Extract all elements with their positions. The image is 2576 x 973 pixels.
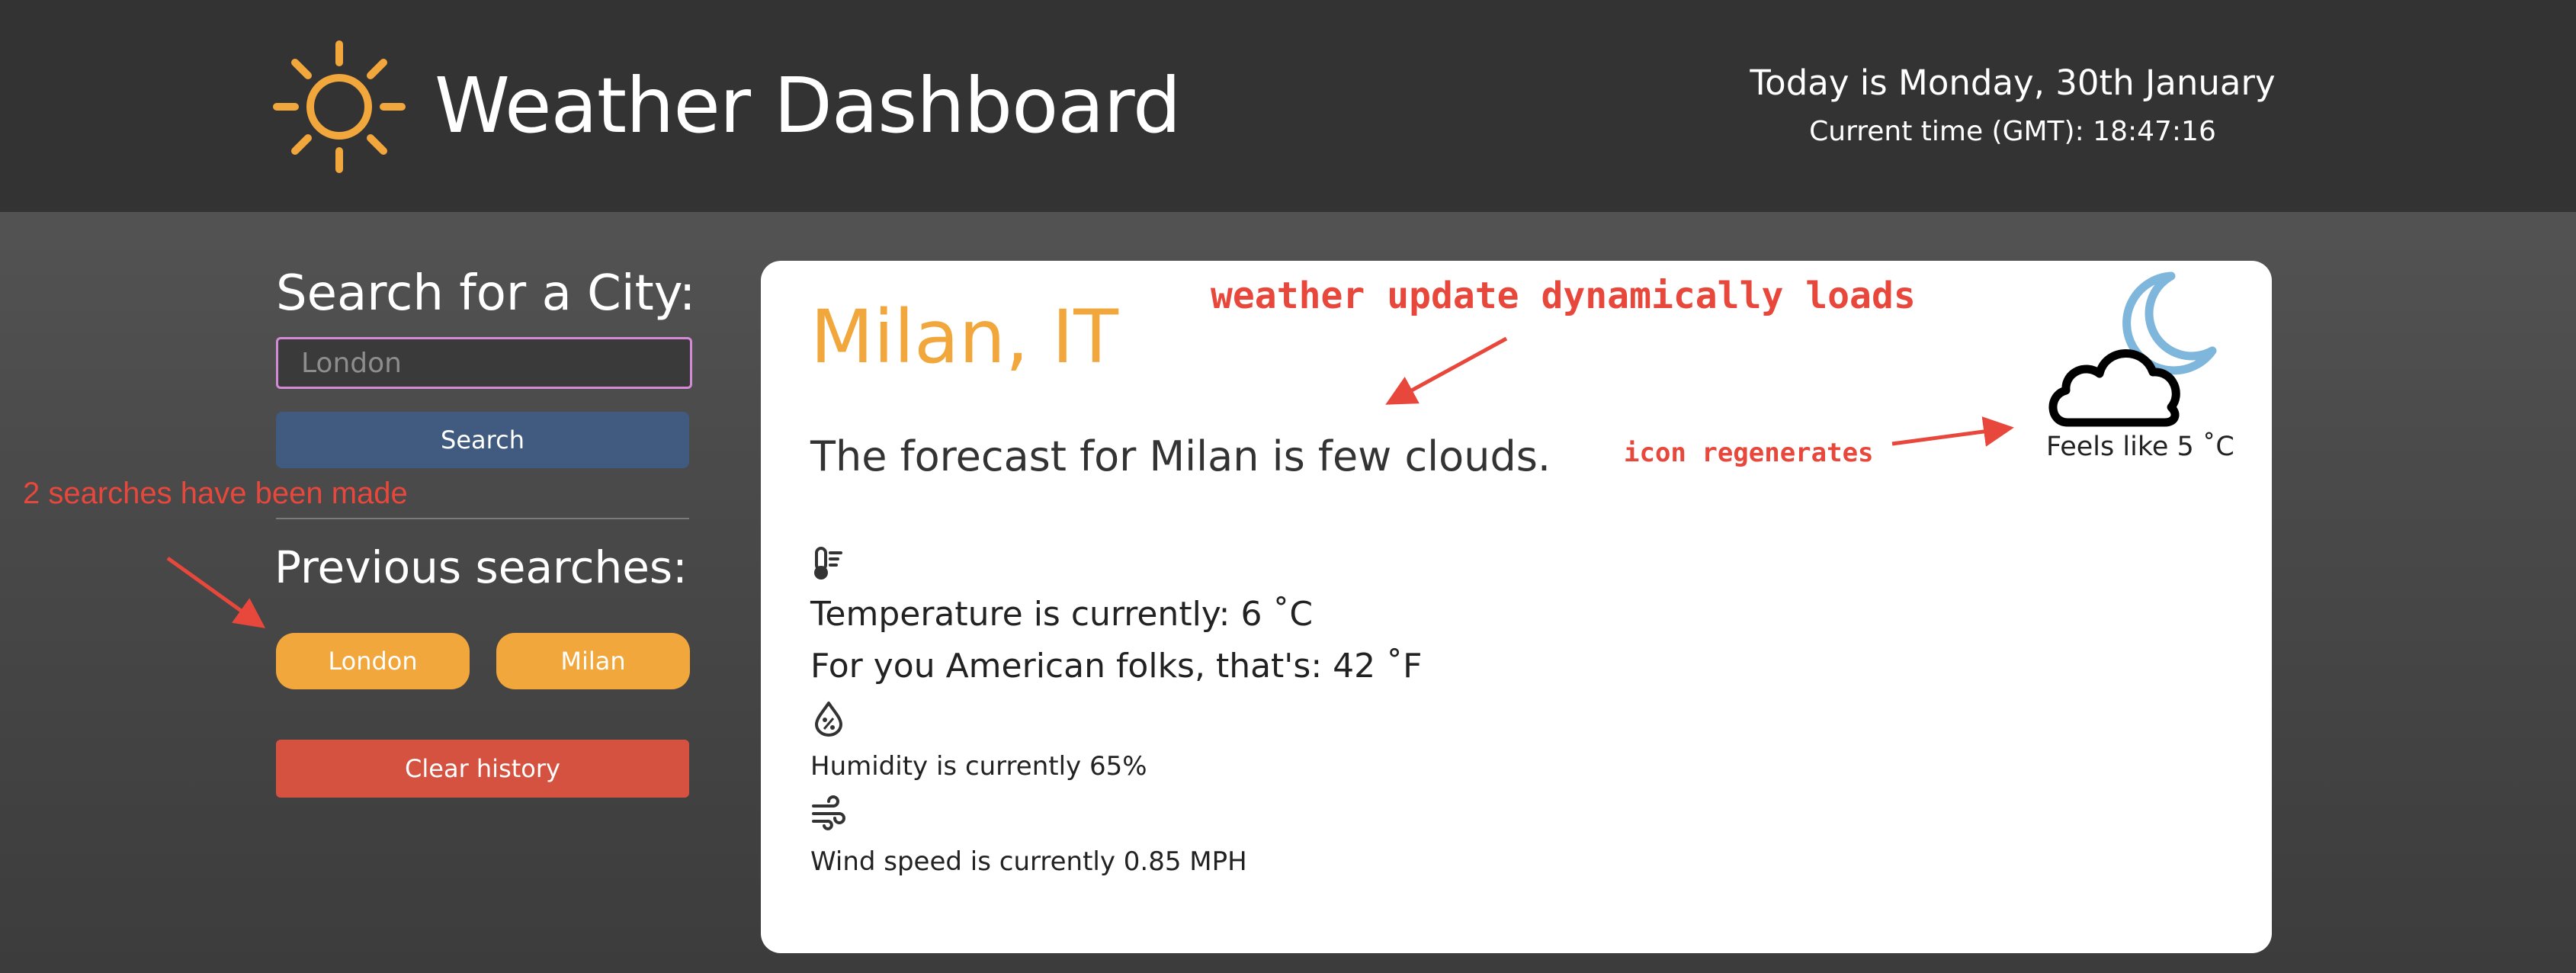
temperature-text: Temperature is currently: 6 ˚C	[810, 595, 1314, 634]
annotation-searches-made: 2 searches have been made	[23, 477, 408, 510]
city-search-input[interactable]	[276, 337, 692, 389]
history-button-milan[interactable]: Milan	[496, 633, 690, 689]
search-heading: Search for a City:	[276, 265, 696, 322]
history-button-london[interactable]: London	[276, 633, 470, 689]
previous-searches-heading: Previous searches:	[274, 541, 688, 593]
cloudy-night-icon	[2048, 271, 2217, 427]
annotation-dynamic-load: weather update dynamically loads	[1211, 275, 1916, 317]
annotation-icon-regenerates: icon regenerates	[1624, 438, 1874, 468]
sun-icon	[273, 40, 406, 173]
sidebar-divider	[276, 518, 689, 519]
humidity-text: Humidity is currently 65%	[810, 751, 1147, 782]
current-date: Today is Monday, 30th January	[1750, 63, 2276, 103]
current-time: Current time (GMT): 18:47:16	[1809, 116, 2216, 147]
clear-history-button[interactable]: Clear history	[276, 740, 689, 798]
thermometer-icon	[814, 547, 842, 580]
humidity-drop-icon	[815, 702, 842, 737]
app-title: Weather Dashboard	[435, 61, 1181, 150]
feels-like-text: Feels like 5 ˚C	[2046, 432, 2234, 462]
app-header: Weather Dashboard Today is Monday, 30th …	[0, 0, 2576, 212]
wind-icon	[812, 795, 845, 830]
city-name: Milan, IT	[810, 294, 1118, 380]
wind-text: Wind speed is currently 0.85 MPH	[810, 846, 1247, 877]
arrow-to-history	[166, 556, 266, 628]
search-button[interactable]: Search	[276, 412, 689, 468]
forecast-text: The forecast for Milan is few clouds.	[810, 432, 1551, 480]
fahrenheit-text: For you American folks, that's: 42 ˚F	[810, 647, 1423, 686]
